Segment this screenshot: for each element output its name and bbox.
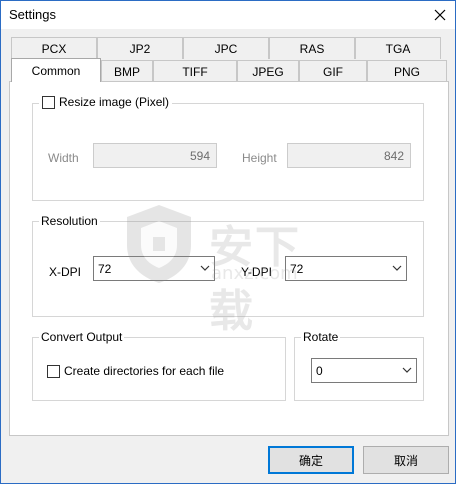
ok-button[interactable]: 确定 — [268, 446, 354, 474]
tab-label: RAS — [299, 41, 325, 56]
cancel-button[interactable]: 取消 — [363, 446, 449, 474]
settings-dialog: Settings PCX JP2 JPC RAS TGA Common BMP … — [0, 0, 456, 484]
title-bar: Settings — [1, 1, 455, 29]
tab-gif[interactable]: GIF — [299, 60, 367, 82]
resize-checkbox[interactable] — [42, 95, 55, 109]
xdpi-select[interactable]: 72 — [93, 256, 215, 281]
xdpi-value: 72 — [98, 262, 112, 276]
chevron-down-icon — [392, 265, 402, 271]
window-title: Settings — [9, 7, 56, 22]
tab-png[interactable]: PNG — [367, 60, 447, 82]
tab-label: BMP — [113, 64, 140, 79]
tab-panel-common: Resize image (Pixel) Width 594 Height 84… — [9, 81, 449, 436]
resize-checkbox-row[interactable]: Resize image (Pixel) — [39, 95, 173, 109]
height-label: Height — [242, 151, 277, 165]
tab-label: TGA — [385, 41, 411, 56]
close-button[interactable] — [425, 1, 455, 29]
rotate-group: Rotate 0 — [294, 330, 424, 401]
create-dirs-checkbox-label: Create directories for each file — [64, 364, 225, 378]
tab-label: PNG — [393, 64, 420, 79]
tab-tga[interactable]: TGA — [355, 37, 441, 59]
rotate-value: 0 — [316, 364, 323, 378]
resize-group: Resize image (Pixel) Width 594 Height 84… — [32, 95, 424, 201]
tab-label: GIF — [323, 64, 343, 79]
tab-jpc[interactable]: JPC — [183, 37, 269, 59]
width-field[interactable]: 594 — [93, 143, 217, 168]
ydpi-value: 72 — [290, 262, 304, 276]
resolution-group-label: Resolution — [39, 214, 100, 228]
tab-label: PCX — [41, 41, 67, 56]
tab-label: JP2 — [129, 41, 151, 56]
tab-label: Common — [31, 63, 81, 78]
close-icon — [434, 9, 446, 21]
convert-output-group-label: Convert Output — [39, 330, 125, 344]
tab-label: JPC — [214, 41, 238, 56]
tab-jpeg[interactable]: JPEG — [237, 60, 299, 82]
rotate-group-label: Rotate — [301, 330, 341, 344]
rotate-select[interactable]: 0 — [311, 358, 417, 383]
create-dirs-checkbox-row[interactable]: Create directories for each file — [47, 364, 224, 378]
ydpi-label: Y-DPI — [241, 265, 272, 279]
height-field[interactable]: 842 — [287, 143, 411, 168]
resolution-group: Resolution X-DPI 72 Y-DPI 72 — [32, 214, 424, 317]
tab-bmp[interactable]: BMP — [101, 60, 153, 82]
tab-pcx[interactable]: PCX — [11, 37, 97, 59]
resize-checkbox-label: Resize image (Pixel) — [59, 95, 170, 109]
tab-label: JPEG — [252, 64, 284, 79]
chevron-down-icon — [402, 367, 412, 373]
ydpi-select[interactable]: 72 — [285, 256, 407, 281]
width-label: Width — [48, 151, 79, 165]
tab-jp2[interactable]: JP2 — [97, 37, 183, 59]
convert-output-group: Convert Output Create directories for ea… — [32, 330, 286, 401]
tab-ras[interactable]: RAS — [269, 37, 355, 59]
tab-common[interactable]: Common — [11, 58, 101, 82]
tab-tiff[interactable]: TIFF — [153, 60, 237, 82]
chevron-down-icon — [200, 265, 210, 271]
tab-label: TIFF — [182, 64, 208, 79]
create-dirs-checkbox[interactable] — [47, 364, 60, 378]
xdpi-label: X-DPI — [49, 265, 82, 279]
